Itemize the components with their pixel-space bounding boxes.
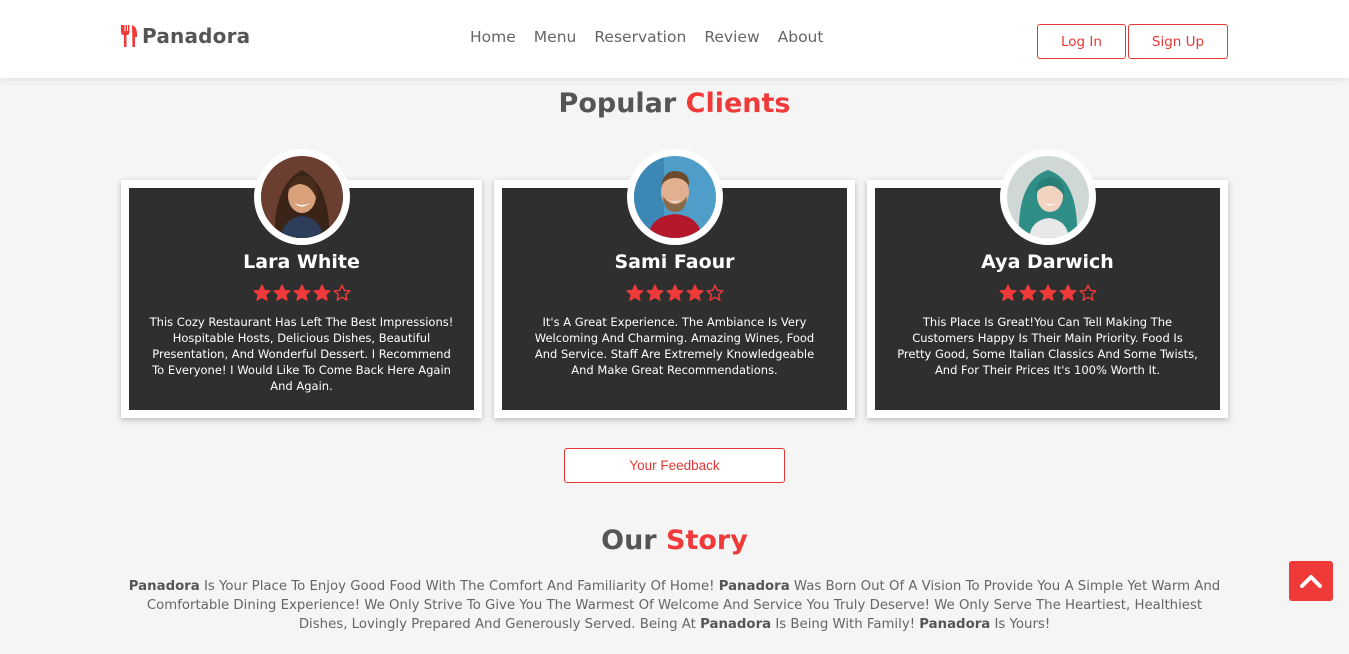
scroll-to-top-button[interactable] [1289, 561, 1333, 601]
avatar [626, 149, 723, 245]
nav-menu[interactable]: Menu [534, 28, 577, 46]
login-button[interactable]: Log In [1037, 24, 1126, 59]
story-text: Is Being With Family! [771, 617, 920, 632]
story-title-accent: Story [666, 525, 748, 556]
nav-review[interactable]: Review [704, 28, 759, 46]
star-filled-icon [272, 284, 291, 301]
client-name: Lara White [243, 251, 360, 273]
client-review: It's A Great Experience. The Ambiance Is… [534, 315, 815, 377]
clients-section-title: Popular Clients [0, 88, 1349, 119]
signup-button[interactable]: Sign Up [1128, 24, 1228, 59]
client-review: This Cozy Restaurant Has Left The Best I… [149, 315, 454, 393]
story-brand: Panadora [128, 579, 200, 594]
star-rating [129, 284, 474, 302]
nav-about[interactable]: About [778, 28, 824, 46]
star-filled-icon [312, 284, 331, 301]
client-card-body: Aya Darwich This Place Is Great!You Can … [875, 149, 1220, 410]
star-outline-icon [705, 284, 724, 301]
star-filled-icon [292, 284, 311, 301]
avatar [253, 149, 350, 245]
star-filled-icon [625, 284, 644, 301]
client-name: Sami Faour [614, 251, 735, 273]
story-section-title: Our Story [0, 525, 1349, 556]
star-filled-icon [1058, 284, 1077, 301]
star-filled-icon [998, 284, 1017, 301]
utensils-icon [121, 25, 137, 47]
client-photo [260, 156, 343, 238]
story-brand: Panadora [700, 617, 772, 632]
star-filled-icon [665, 284, 684, 301]
story-text: Is Yours! [990, 617, 1051, 632]
client-card-body: Lara White This Cozy Restaurant Has Left… [129, 149, 474, 410]
nav-home[interactable]: Home [470, 28, 516, 46]
client-photo [633, 156, 716, 238]
clients-title-accent: Clients [685, 88, 791, 119]
clients-title-main: Popular [558, 88, 677, 119]
client-card: Sami Faour It's A Great Experience. The … [494, 149, 855, 418]
star-outline-icon [1078, 284, 1097, 301]
star-filled-icon [685, 284, 704, 301]
story-title-main: Our [601, 525, 657, 556]
main-nav: Home Menu Reservation Review About [470, 28, 823, 46]
star-filled-icon [1018, 284, 1037, 301]
story-text: Is Your Place To Enjoy Good Food With Th… [199, 579, 719, 594]
star-filled-icon [1038, 284, 1057, 301]
brand-name: Panadora [142, 24, 251, 48]
star-filled-icon [645, 284, 664, 301]
your-feedback-button[interactable]: Your Feedback [564, 448, 785, 483]
star-outline-icon [332, 284, 351, 301]
avatar [999, 149, 1096, 245]
client-card-body: Sami Faour It's A Great Experience. The … [502, 149, 847, 410]
client-card: Aya Darwich This Place Is Great!You Can … [867, 149, 1228, 418]
star-filled-icon [252, 284, 271, 301]
story-brand: Panadora [718, 579, 790, 594]
client-card: Lara White This Cozy Restaurant Has Left… [121, 149, 482, 418]
client-photo [1006, 156, 1089, 238]
story-paragraph: Panadora Is Your Place To Enjoy Good Foo… [124, 577, 1225, 634]
star-rating [502, 284, 847, 302]
star-rating [875, 284, 1220, 302]
client-name: Aya Darwich [981, 251, 1114, 273]
nav-reservation[interactable]: Reservation [594, 28, 686, 46]
brand-logo[interactable]: Panadora [120, 24, 250, 48]
chevron-up-icon [1300, 575, 1322, 588]
story-brand: Panadora [919, 617, 991, 632]
client-review: This Place Is Great!You Can Tell Making … [897, 315, 1198, 377]
navbar: Panadora Home Menu Reservation Review Ab… [0, 0, 1349, 78]
